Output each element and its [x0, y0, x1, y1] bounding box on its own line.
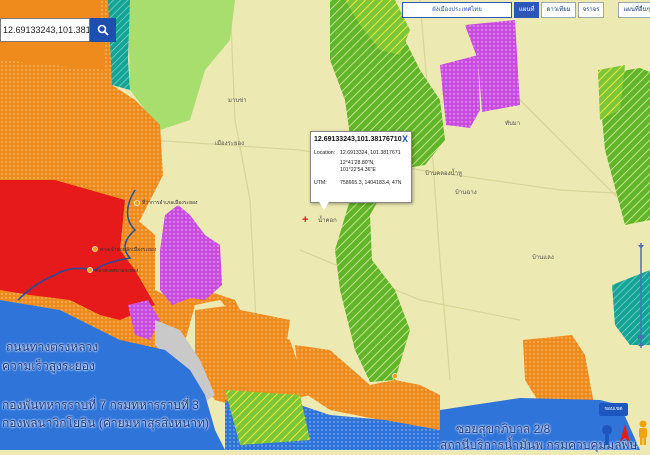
boundary-button[interactable]: ขอบเขต — [599, 403, 628, 416]
location-label: Location: — [314, 150, 336, 156]
tab-other-maps[interactable]: แผนที่อื่นๆ — [618, 2, 650, 18]
town-label: บ้านคลองน้ำหู — [425, 171, 462, 177]
zoom-slider[interactable] — [637, 243, 645, 348]
town-label: มาบข่า — [228, 98, 247, 104]
land-use-map[interactable] — [0, 0, 650, 450]
layer-select-button[interactable]: ผังเมืองประเทศไทย — [402, 2, 512, 18]
poi-marker-3 — [87, 267, 93, 273]
map-type-toolbar: ผังเมืองประเทศไทย แผนที่ ดาวเทียม จราจร … — [402, 2, 650, 18]
scale-icon — [602, 425, 612, 445]
town-label: บ้านฉาง — [455, 190, 477, 196]
poi-marker-4 — [392, 373, 398, 379]
compass-icon — [620, 424, 630, 442]
road-label: ถนนทางตรงหลวง — [6, 340, 99, 354]
zone-purple-mid — [440, 55, 480, 128]
search-input[interactable]: 12.69133243,101.38176710 — [0, 18, 90, 42]
town-label: บ้านแลง — [532, 255, 554, 261]
coordinate-popup: 12.69133243,101.38176710 X Location: 12.… — [310, 131, 412, 203]
dms-longitude: 101°22'54.36"E — [340, 167, 376, 173]
tab-traffic[interactable]: จราจร — [577, 2, 605, 18]
coordinate-search: 12.69133243,101.38176710 — [0, 18, 116, 42]
popup-title: 12.69133243,101.38176710 — [314, 136, 402, 143]
dms-latitude: 12°41'28.80"N, — [340, 160, 375, 166]
popup-pointer — [318, 200, 330, 210]
zone-green-south — [225, 390, 310, 445]
search-icon — [97, 24, 109, 36]
tab-map[interactable]: แผนที่ — [514, 2, 540, 18]
poi-label: ศาลเจ้าพ่อหลักเมืองระยอง — [100, 247, 157, 253]
road-label: กองพันทหารราบที่ 7 กรมทหารราบที่ 3 — [2, 398, 199, 412]
location-value: 12.6913324, 101.3817671 — [340, 150, 401, 156]
town-label: น้ำคอก — [318, 218, 337, 224]
street-view-icon[interactable] — [637, 420, 649, 446]
utm-label: UTM: — [314, 180, 327, 186]
search-button[interactable] — [90, 18, 116, 42]
town-label: เมืองระยอง — [215, 141, 245, 147]
poi-marker-1 — [134, 200, 140, 206]
location-marker-icon: + — [302, 214, 309, 226]
road-label: กองพลนาวิกโยธิน (ค่ายมหาสุรสิงหนาท) — [2, 416, 209, 430]
poi-label: ตลาดเทศบาลระยอง — [95, 268, 139, 274]
poi-label: ที่ว่าการอำเภอเมืองระยอง — [142, 200, 198, 206]
close-icon[interactable]: X — [402, 134, 408, 144]
tab-satellite[interactable]: ดาวเทียม — [541, 2, 576, 18]
poi-marker-2 — [92, 246, 98, 252]
town-label: ทับมา — [505, 121, 521, 127]
road-label: ความเร็วสูงระยอง — [2, 359, 95, 373]
utm-value: 758665.3, 1404183.4, 47N — [340, 180, 402, 186]
